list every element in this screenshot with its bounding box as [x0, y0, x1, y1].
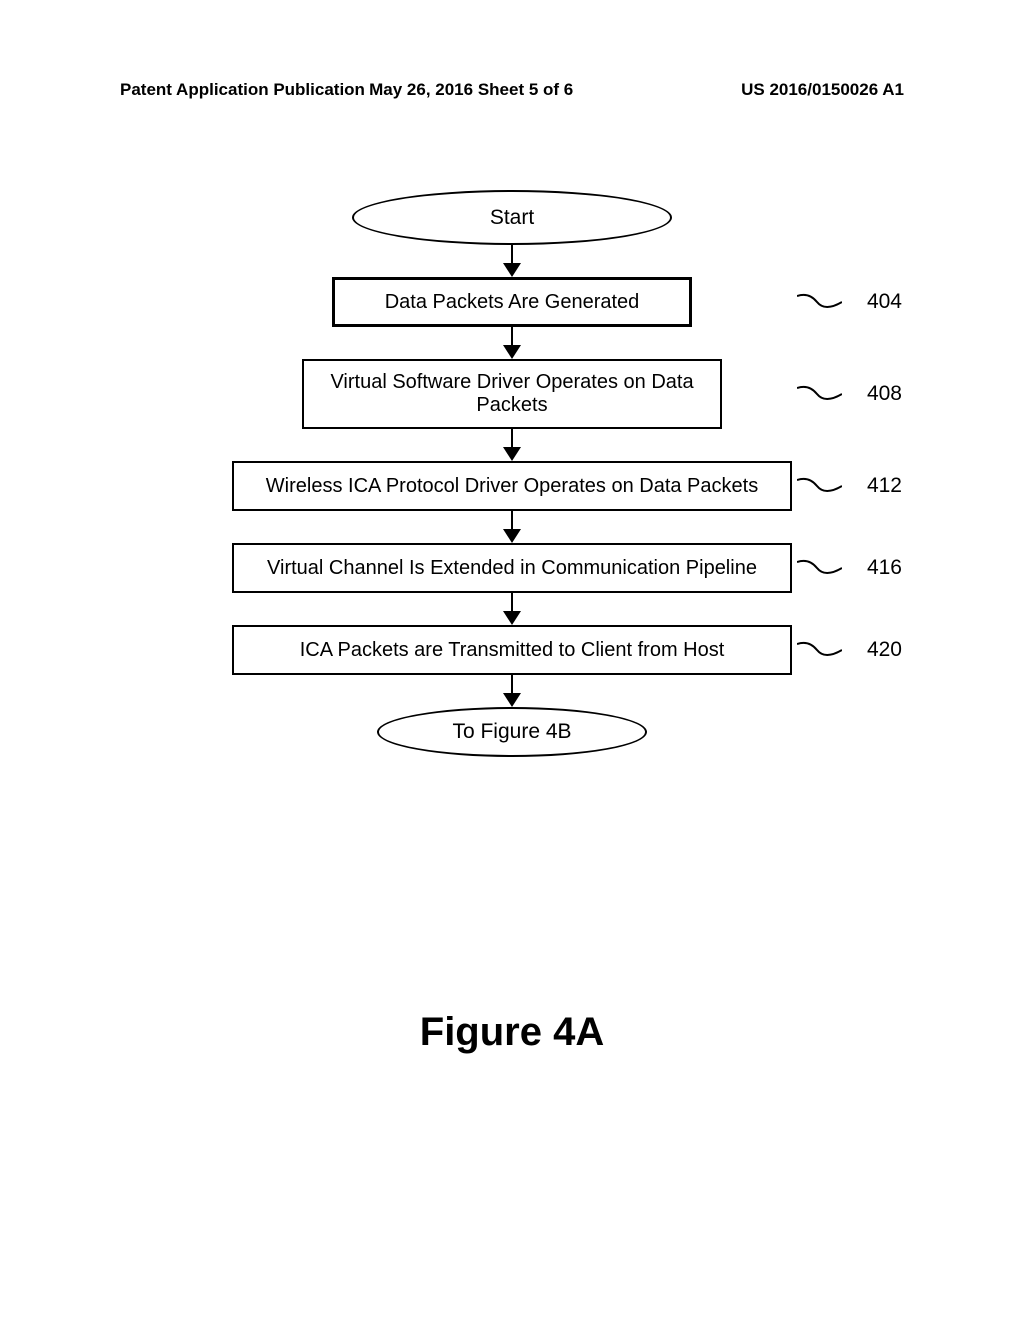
ref-label: 404	[867, 290, 902, 314]
end-label: To Figure 4B	[452, 720, 571, 744]
step-404: Data Packets Are Generated 404	[162, 277, 862, 327]
step-416: Virtual Channel Is Extended in Communica…	[162, 543, 862, 593]
flowchart: Start Data Packets Are Generated 404 Vir…	[162, 190, 862, 757]
process-text: Data Packets Are Generated	[385, 291, 640, 314]
header-left: Patent Application Publication	[120, 80, 365, 100]
process-box: Virtual Software Driver Operates on Data…	[302, 359, 722, 429]
arrow-icon	[162, 245, 862, 277]
ref-label: 412	[867, 474, 902, 498]
header-right: US 2016/0150026 A1	[741, 80, 904, 100]
step-408: Virtual Software Driver Operates on Data…	[162, 359, 862, 429]
process-text: Virtual Software Driver Operates on Data…	[318, 371, 706, 417]
page-header: Patent Application Publication May 26, 2…	[0, 80, 1024, 100]
terminator-end: To Figure 4B	[377, 707, 647, 757]
process-box: Wireless ICA Protocol Driver Operates on…	[232, 461, 792, 511]
arrow-icon	[162, 327, 862, 359]
ref-label: 416	[867, 556, 902, 580]
terminator-start: Start	[352, 190, 672, 245]
step-412: Wireless ICA Protocol Driver Operates on…	[162, 461, 862, 511]
end-node: To Figure 4B	[162, 707, 862, 757]
process-text: Wireless ICA Protocol Driver Operates on…	[266, 475, 758, 498]
label-connector-icon	[797, 384, 842, 404]
header-center: May 26, 2016 Sheet 5 of 6	[369, 80, 573, 100]
process-text: ICA Packets are Transmitted to Client fr…	[300, 639, 725, 662]
process-text: Virtual Channel Is Extended in Communica…	[267, 557, 757, 580]
ref-label: 408	[867, 382, 902, 406]
arrow-icon	[162, 675, 862, 707]
arrow-icon	[162, 593, 862, 625]
figure-label: Figure 4A	[420, 1010, 604, 1055]
arrow-icon	[162, 511, 862, 543]
ref-label: 420	[867, 638, 902, 662]
process-box: ICA Packets are Transmitted to Client fr…	[232, 625, 792, 675]
process-box: Virtual Channel Is Extended in Communica…	[232, 543, 792, 593]
start-node: Start	[162, 190, 862, 245]
label-connector-icon	[797, 558, 842, 578]
process-box: Data Packets Are Generated	[332, 277, 692, 327]
arrow-icon	[162, 429, 862, 461]
label-connector-icon	[797, 292, 842, 312]
label-connector-icon	[797, 640, 842, 660]
label-connector-icon	[797, 476, 842, 496]
step-420: ICA Packets are Transmitted to Client fr…	[162, 625, 862, 675]
start-label: Start	[490, 206, 534, 230]
